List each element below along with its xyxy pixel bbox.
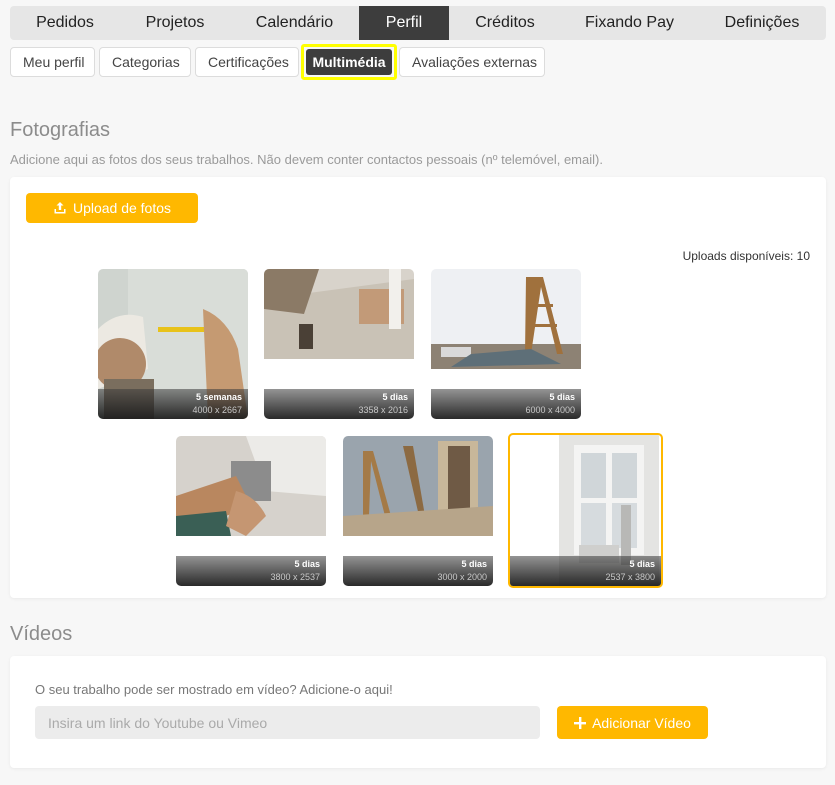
- photo-dimensions: 3358 x 2016: [358, 405, 408, 415]
- subtab-multimedia-highlight: Multimédia: [301, 44, 397, 80]
- photo-thumbnail-selected[interactable]: 5 dias 2537 x 3800: [508, 433, 663, 588]
- tab-creditos[interactable]: Créditos: [449, 6, 561, 40]
- uploads-available: Uploads disponíveis: 10: [682, 249, 810, 263]
- photo-thumbnail[interactable]: 5 dias 3000 x 2000: [343, 436, 493, 586]
- tab-pedidos[interactable]: Pedidos: [10, 6, 120, 40]
- subtab-meu-perfil[interactable]: Meu perfil: [10, 47, 95, 77]
- photo-image-drilling: [176, 436, 326, 536]
- plus-icon: [574, 716, 587, 729]
- photo-image-floor: [264, 269, 414, 359]
- videos-prompt: O seu trabalho pode ser mostrado em víde…: [35, 682, 393, 697]
- tab-fixando-pay[interactable]: Fixando Pay: [561, 6, 698, 40]
- upload-icon: [54, 202, 66, 214]
- photo-age: 5 dias: [382, 392, 408, 402]
- photos-card: Upload de fotos Uploads disponíveis: 10 …: [10, 177, 826, 598]
- photo-dimensions: 3000 x 2000: [437, 572, 487, 582]
- upload-photos-label: Upload de fotos: [72, 200, 172, 216]
- photo-dimensions: 6000 x 4000: [525, 405, 575, 415]
- tab-definicoes[interactable]: Definições: [698, 6, 826, 40]
- photo-thumbnail[interactable]: 5 dias 6000 x 4000: [431, 269, 581, 419]
- photo-age: 5 dias: [294, 559, 320, 569]
- photos-section-description: Adicione aqui as fotos dos seus trabalho…: [10, 152, 603, 167]
- photos-section-title: Fotografias: [10, 119, 111, 141]
- add-video-button[interactable]: Adicionar Vídeo: [557, 706, 708, 739]
- photo-image-renovation: [343, 436, 493, 536]
- subtab-certificacoes[interactable]: Certificações: [195, 47, 299, 77]
- photo-thumbnail[interactable]: 5 dias 3358 x 2016: [264, 269, 414, 419]
- tab-perfil[interactable]: Perfil: [359, 6, 449, 40]
- photo-dimensions: 3800 x 2537: [270, 572, 320, 582]
- subtab-multimedia[interactable]: Multimédia: [306, 49, 392, 75]
- tab-projetos[interactable]: Projetos: [120, 6, 230, 40]
- subtab-avaliacoes-externas[interactable]: Avaliações externas: [399, 47, 545, 77]
- photo-dimensions: 2537 x 3800: [605, 572, 655, 582]
- photo-thumbnail[interactable]: 5 dias 3800 x 2537: [176, 436, 326, 586]
- videos-section-title: Vídeos: [10, 623, 73, 645]
- photo-age: 5 dias: [629, 559, 655, 569]
- video-link-input[interactable]: [35, 706, 540, 739]
- subtab-categorias[interactable]: Categorias: [99, 47, 191, 77]
- upload-photos-button[interactable]: Upload de fotos: [26, 193, 198, 223]
- photo-thumbnail[interactable]: 5 semanas 4000 x 2667: [98, 269, 248, 419]
- photo-age: 5 dias: [549, 392, 575, 402]
- main-nav: Pedidos Projetos Calendário Perfil Crédi…: [10, 6, 826, 40]
- photo-image-ladder: [431, 269, 581, 369]
- photo-age: 5 semanas: [195, 392, 242, 402]
- tab-calendario[interactable]: Calendário: [230, 6, 359, 40]
- photo-age: 5 dias: [461, 559, 487, 569]
- add-video-label: Adicionar Vídeo: [592, 714, 691, 731]
- photo-dimensions: 4000 x 2667: [192, 405, 242, 415]
